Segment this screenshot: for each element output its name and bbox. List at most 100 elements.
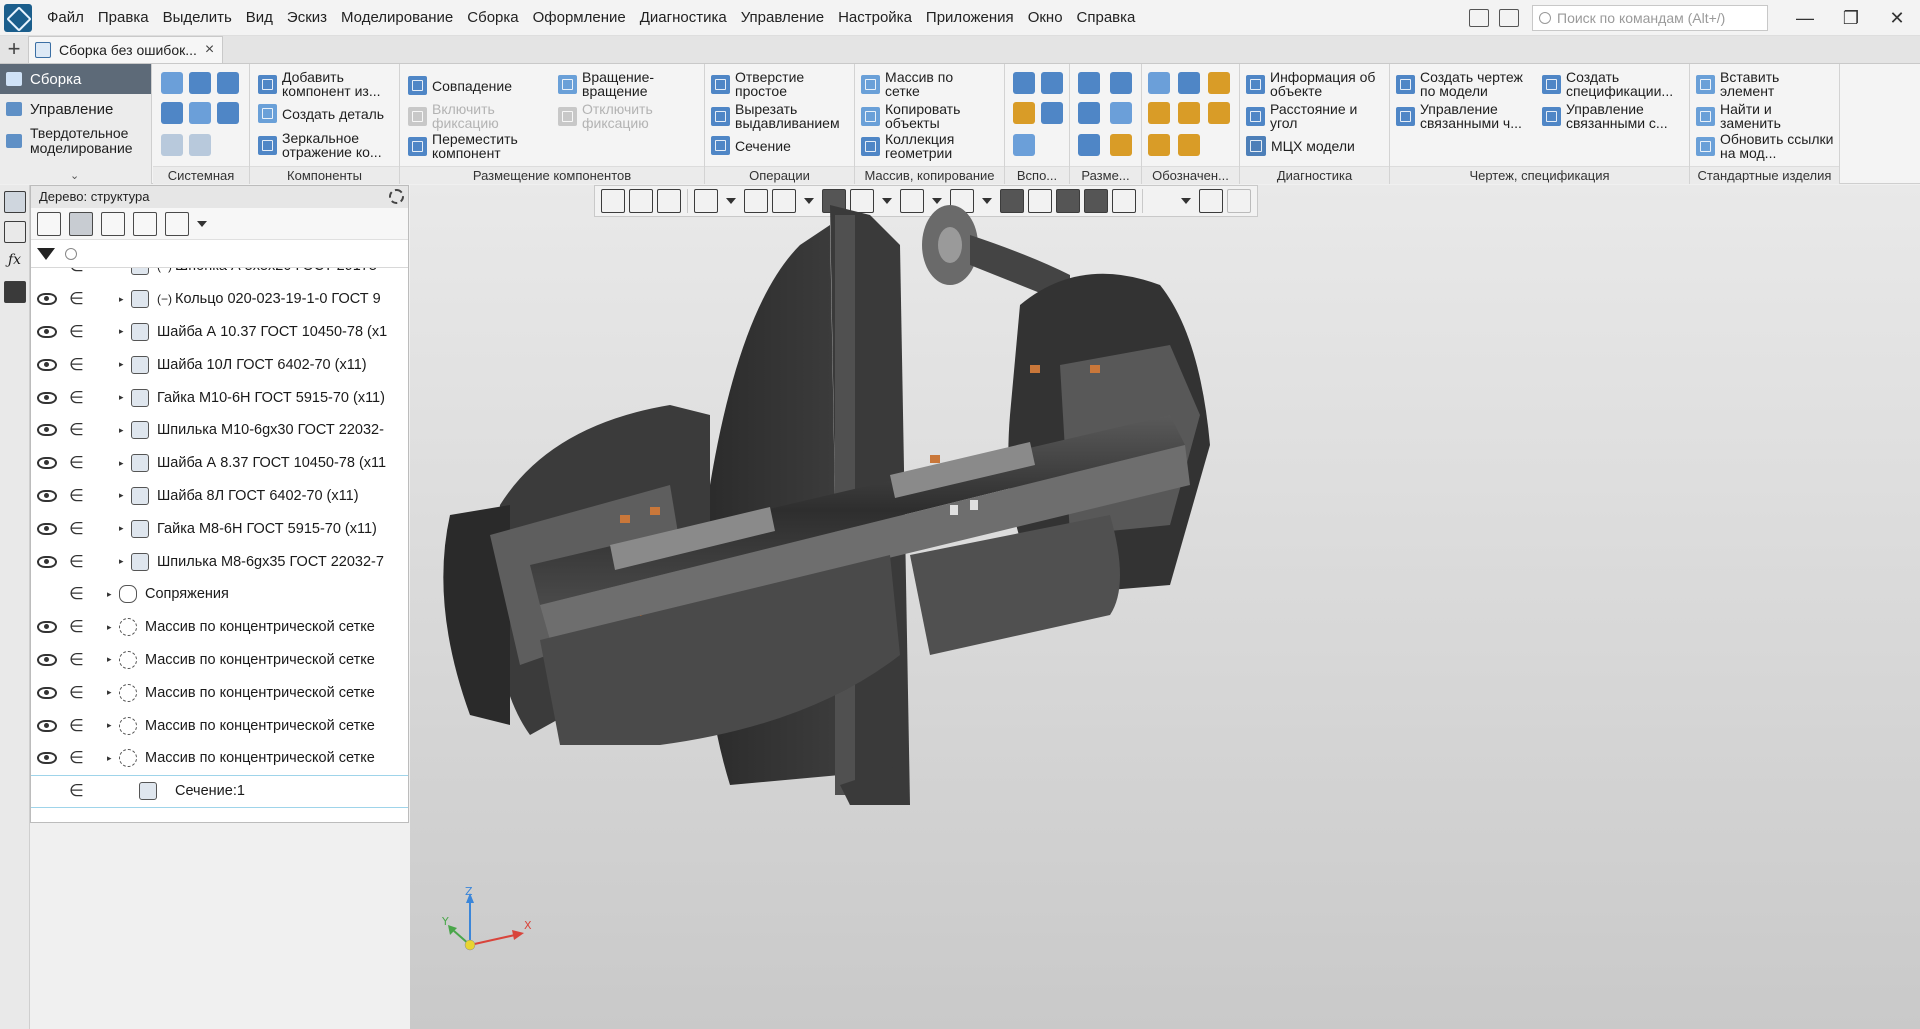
manage-linked-specs-button[interactable]: Управление связанными с... [1542,102,1682,130]
chevron-down-icon[interactable]: ⌄ [70,169,79,182]
eye-icon[interactable] [37,293,57,306]
find-replace-button[interactable]: Найти и заменить [1696,102,1816,130]
eye-icon[interactable] [37,555,57,568]
tree-row[interactable]: ∈ Сечение:1 [31,774,408,808]
expand-toggle-icon[interactable]: ▸ [119,523,124,534]
menu-file[interactable]: Файл [40,0,91,36]
eye-icon[interactable] [37,424,57,437]
eye-icon[interactable] [37,653,57,666]
expand-toggle-icon[interactable]: ▸ [107,622,112,633]
position-icon[interactable] [1178,134,1200,156]
insert-element-button[interactable]: Вставить элемент [1696,70,1816,98]
create-drawing-button[interactable]: Создать чертеж по модели [1396,70,1536,98]
grid-array-button[interactable]: Массив по сетке [861,70,981,98]
close-window-button[interactable]: ✕ [1874,0,1920,36]
expand-toggle-icon[interactable]: ▸ [107,720,112,731]
base-icon[interactable] [1148,102,1170,124]
tree-row[interactable]: ∈ ▸ Массив по концентрической сетке [31,611,408,644]
search-icon[interactable] [65,247,77,260]
tree-row[interactable]: ∈ ▸ Массив по концентрической сетке [31,676,408,709]
section-button[interactable]: Сечение [711,136,791,155]
tree-row[interactable]: ∈ (−)Шпонка А 5х5х20 ГОСТ 29175- [31,268,408,283]
mode-solid-modeling[interactable]: Твердотельное моделирование [0,124,151,158]
mode-assembly[interactable]: Сборка [0,64,151,94]
mirror-component-button[interactable]: Зеркальное отражение ко... [258,131,400,159]
radial-dimension-icon[interactable] [1078,102,1100,124]
expand-toggle-icon[interactable]: ▸ [119,326,124,337]
select-frame-icon[interactable] [133,211,157,236]
eye-icon[interactable] [37,489,57,502]
menu-view[interactable]: Вид [239,0,280,36]
expand-toggle-icon[interactable]: ▸ [107,589,112,600]
show-bodies-icon[interactable] [101,211,125,236]
eye-icon[interactable] [37,391,57,404]
edit-dimension-icon[interactable] [1110,134,1132,156]
expand-toggle-icon[interactable]: ▸ [119,556,124,567]
save-all-icon[interactable] [217,102,239,124]
new-document-icon[interactable] [161,72,183,94]
expand-toggle-icon[interactable]: ▸ [119,392,124,403]
save-icon[interactable] [217,72,239,94]
properties-panel-icon[interactable] [3,221,26,243]
tree-row[interactable]: ∈ ▸ Гайка М8-6Н ГОСТ 5915-70 (х11) [31,512,408,545]
minimize-button[interactable]: — [1782,0,1828,36]
linear-dimension-icon[interactable] [1078,72,1100,94]
coordinate-system-icon[interactable] [1041,102,1063,124]
tree-row[interactable]: ∈ ▸ Гайка М10-6Н ГОСТ 5915-70 (х11) [31,381,408,414]
tree-row[interactable]: ∈ ▸ Шпилька М8-6gх35 ГОСТ 22032-7 [31,545,408,578]
menu-help[interactable]: Справка [1070,0,1143,36]
copy-objects-button[interactable]: Копировать объекты [861,102,991,130]
rotation-button[interactable]: Вращение-вращение [558,70,678,98]
mode-management[interactable]: Управление [0,94,151,124]
point-icon[interactable] [1013,134,1035,156]
menu-management[interactable]: Управление [734,0,831,36]
menu-modeling[interactable]: Моделирование [334,0,460,36]
menu-select[interactable]: Выделить [156,0,239,36]
expand-toggle-icon[interactable]: ▸ [107,654,112,665]
close-tab-icon[interactable]: × [205,41,214,59]
options-icon[interactable] [1499,9,1519,27]
filter-view-icon[interactable] [165,211,189,236]
eye-icon[interactable] [37,752,57,765]
eye-icon[interactable] [37,621,57,634]
expand-toggle-icon[interactable]: ▸ [107,753,112,764]
menu-applications[interactable]: Приложения [919,0,1021,36]
offset-plane-icon[interactable] [1013,102,1035,124]
tree-row[interactable]: ∈ ▸ (−) Кольцо 020-023-19-1-0 ГОСТ 9 [31,283,408,316]
create-part-button[interactable]: Создать деталь [258,104,384,123]
tree-row[interactable]: ∈ ▸ Шайба А 8.37 ГОСТ 10450-78 (х11 [31,447,408,480]
expand-toggle-icon[interactable]: ▸ [119,425,124,436]
tree-row[interactable]: ∈ ▸ Шайба А 10.37 ГОСТ 10450-78 (х1 [31,316,408,349]
eye-icon[interactable] [37,522,57,535]
tree-row[interactable]: ∈ ▸ Массив по концентрической сетке [31,644,408,677]
object-info-button[interactable]: Информация об объекте [1246,70,1386,98]
tree-row[interactable]: ∈ ▸ Массив по концентрической сетке [31,709,408,742]
chevron-down-icon[interactable] [197,220,207,227]
menu-edit[interactable]: Правка [91,0,156,36]
undo-icon[interactable] [161,134,183,156]
menu-sketch[interactable]: Эскиз [280,0,334,36]
plane-icon[interactable] [1013,72,1035,94]
preview-icon[interactable] [189,102,211,124]
tree-row[interactable]: ∈ ▸ Шпилька М10-6gх30 ГОСТ 22032- [31,414,408,447]
disable-fix-button[interactable]: Отключить фиксацию [558,102,678,130]
thread-icon[interactable] [1148,72,1170,94]
app-logo-icon[interactable] [4,3,32,32]
roughness-icon[interactable] [1208,72,1230,94]
expand-toggle-icon[interactable]: ▸ [119,458,124,469]
menu-design[interactable]: Оформление [526,0,633,36]
update-links-button[interactable]: Обновить ссылки на мод... [1696,132,1840,160]
variables-fx-icon[interactable]: ƒx [4,251,26,273]
eye-icon[interactable] [37,358,57,371]
tree-row[interactable]: ∈ ▸ Шайба 10Л ГОСТ 6402-70 (х11) [31,348,408,381]
move-component-button[interactable]: Переместить компонент [408,132,538,160]
menu-settings[interactable]: Настройка [831,0,919,36]
mark-icon[interactable] [1148,134,1170,156]
geometry-collection-button[interactable]: Коллекция геометрии [861,132,991,160]
mass-props-button[interactable]: МЦХ модели [1246,136,1355,156]
redo-icon[interactable] [189,134,211,156]
auto-dimension-icon[interactable] [1078,134,1100,156]
weld-icon[interactable] [1208,102,1230,124]
sort-order-icon[interactable] [37,211,61,236]
new-document-button[interactable]: + [0,36,28,63]
